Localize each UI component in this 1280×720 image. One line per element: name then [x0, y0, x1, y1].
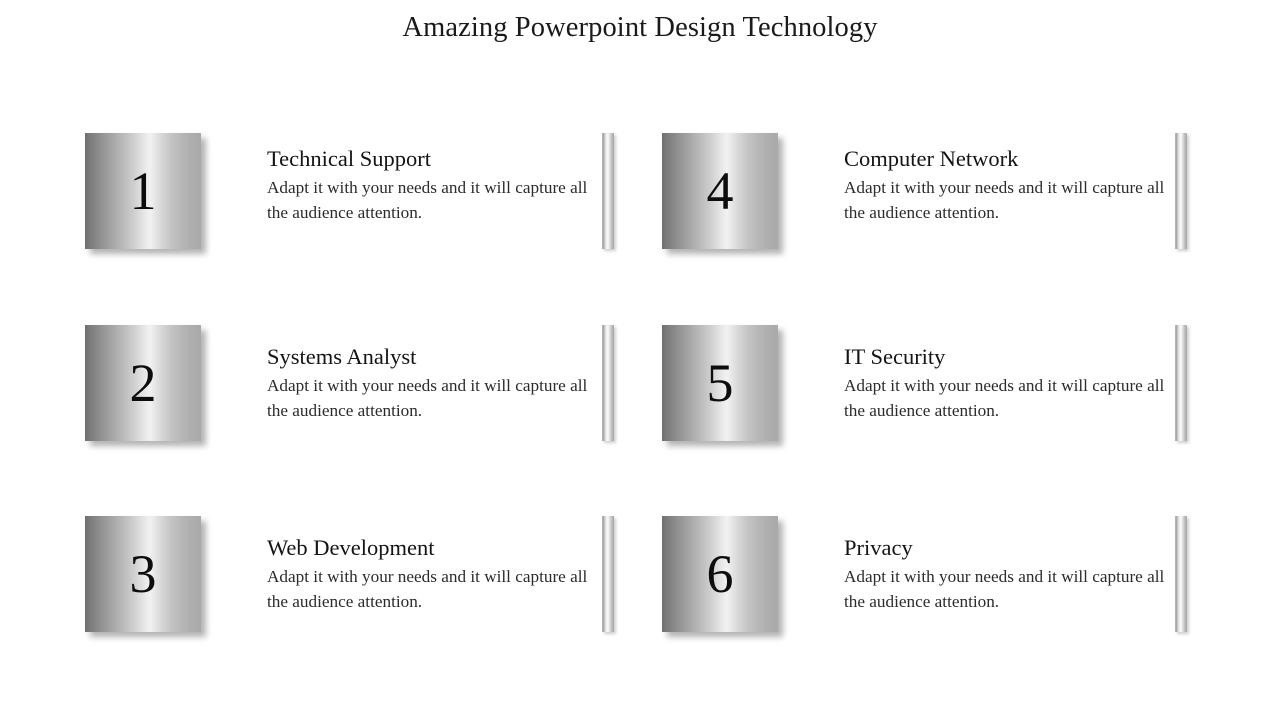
divider-bar — [1175, 133, 1187, 249]
item-text-block: Web Development Adapt it with your needs… — [267, 534, 597, 614]
item-text-block: Privacy Adapt it with your needs and it … — [844, 534, 1174, 614]
item-title: Web Development — [267, 535, 435, 560]
number-label: 1 — [129, 161, 157, 221]
item-title: Systems Analyst — [267, 344, 417, 369]
number-badge-5: 5 — [662, 325, 778, 441]
item-description: Adapt it with your needs and it will cap… — [267, 376, 588, 420]
number-label: 2 — [129, 353, 157, 413]
slide-canvas: Amazing Powerpoint Design Technology 1 T… — [0, 0, 1280, 720]
divider-bar — [602, 133, 614, 249]
item-text-block: Technical Support Adapt it with your nee… — [267, 145, 597, 225]
divider-bar — [1175, 325, 1187, 441]
number-badge-4: 4 — [662, 133, 778, 249]
divider-bar — [602, 516, 614, 632]
list-item[interactable]: 3 Web Development Adapt it with your nee… — [85, 516, 645, 676]
number-badge-2: 2 — [85, 325, 201, 441]
number-label: 5 — [706, 353, 734, 413]
divider-bar — [602, 325, 614, 441]
number-badge-3: 3 — [85, 516, 201, 632]
item-description: Adapt it with your needs and it will cap… — [267, 567, 588, 611]
page-title: Amazing Powerpoint Design Technology — [402, 12, 878, 43]
item-description: Adapt it with your needs and it will cap… — [844, 376, 1165, 420]
list-item[interactable]: 6 Privacy Adapt it with your needs and i… — [662, 516, 1222, 676]
number-label: 3 — [129, 544, 157, 604]
item-description: Adapt it with your needs and it will cap… — [844, 178, 1165, 222]
item-description: Adapt it with your needs and it will cap… — [267, 178, 588, 222]
item-text-block: IT Security Adapt it with your needs and… — [844, 343, 1174, 423]
item-text-block: Systems Analyst Adapt it with your needs… — [267, 343, 597, 423]
list-item[interactable]: 1 Technical Support Adapt it with your n… — [85, 133, 645, 293]
item-title: IT Security — [844, 344, 946, 369]
list-item[interactable]: 5 IT Security Adapt it with your needs a… — [662, 325, 1222, 485]
number-label: 6 — [706, 544, 734, 604]
item-title: Technical Support — [267, 146, 432, 171]
number-label: 4 — [706, 161, 734, 221]
item-description: Adapt it with your needs and it will cap… — [844, 567, 1165, 611]
number-badge-6: 6 — [662, 516, 778, 632]
list-item[interactable]: 2 Systems Analyst Adapt it with your nee… — [85, 325, 645, 485]
number-badge-1: 1 — [85, 133, 201, 249]
list-item[interactable]: 4 Computer Network Adapt it with your ne… — [662, 133, 1222, 293]
item-title: Privacy — [844, 535, 913, 560]
item-text-block: Computer Network Adapt it with your need… — [844, 145, 1174, 225]
item-title: Computer Network — [844, 146, 1019, 171]
divider-bar — [1175, 516, 1187, 632]
